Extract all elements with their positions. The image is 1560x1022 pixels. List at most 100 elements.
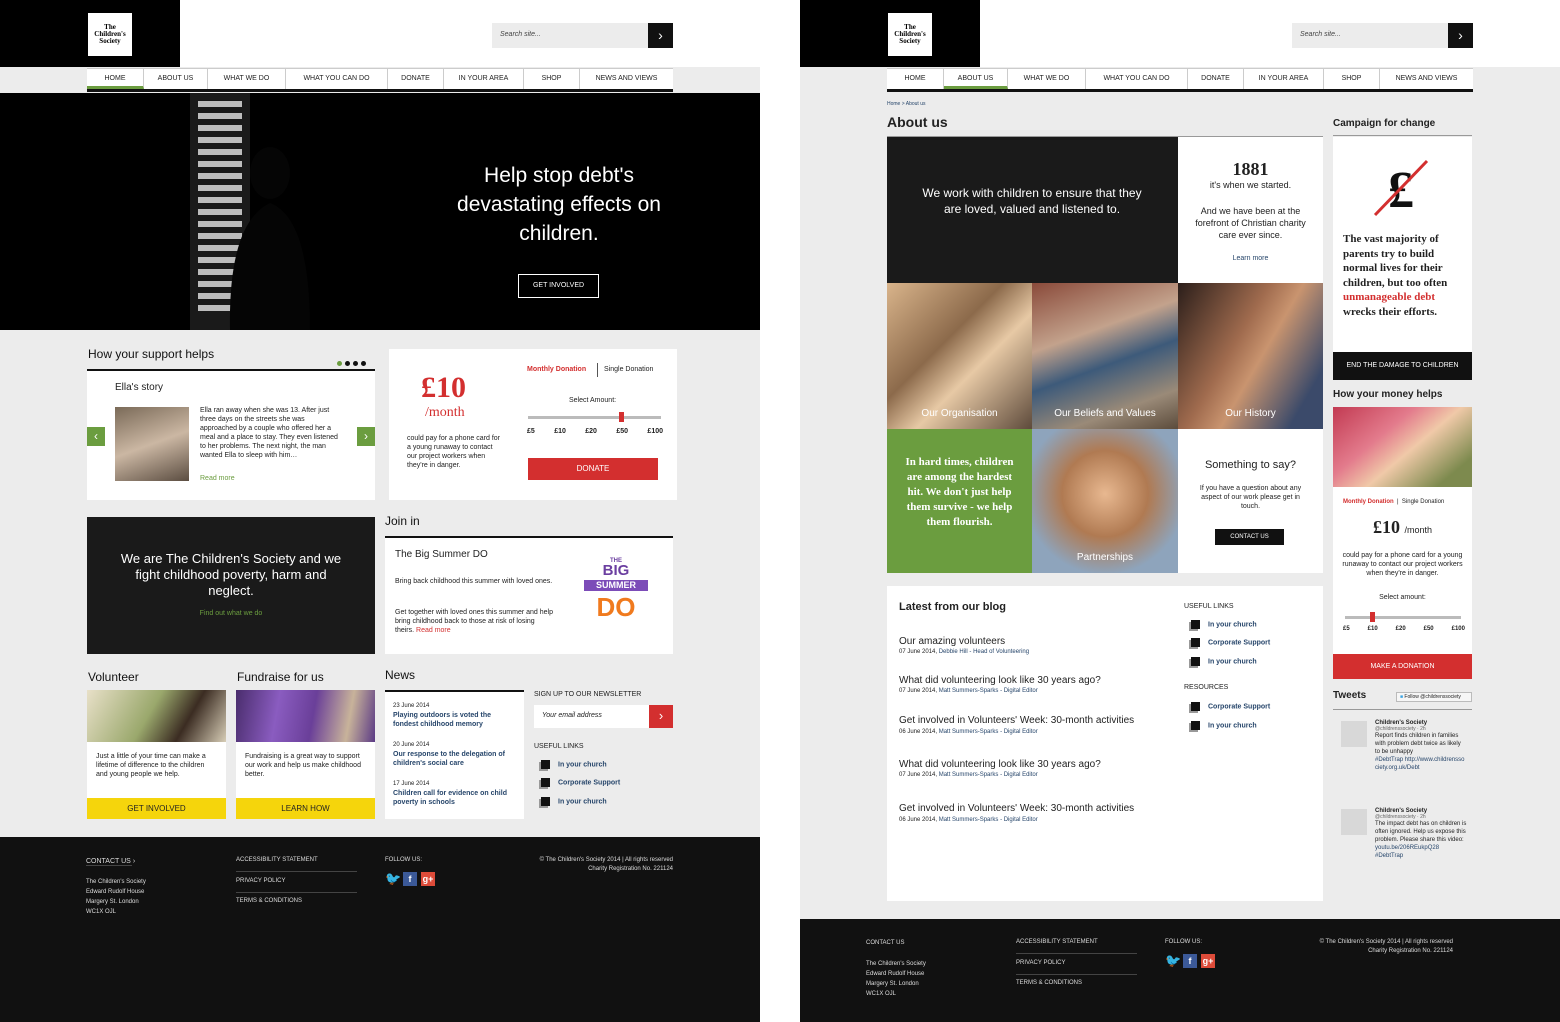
nav-what-we-do[interactable]: WHAT WE DO (1008, 69, 1086, 89)
useful-link[interactable]: In your church (541, 797, 607, 806)
footer-accessibility-link[interactable]: ACCESSIBILITY STATEMENT (1016, 938, 1137, 954)
breadcrumb[interactable]: Home > About us (887, 101, 926, 107)
footer-privacy-link[interactable]: PRIVACY POLICY (236, 877, 357, 893)
nav-about-us[interactable]: ABOUT US (144, 69, 208, 89)
newsletter-email-input[interactable]: Your email address (534, 705, 649, 728)
volunteer-get-involved-button[interactable]: GET INVOLVED (87, 798, 226, 819)
tweets-title: Tweets (1333, 690, 1367, 701)
blog-post[interactable]: Get involved in Volunteers' Week: 30-mon… (899, 802, 1139, 823)
footer-terms-link[interactable]: TERMS & CONDITIONS (236, 897, 302, 906)
news-item[interactable]: 20 June 2014 Our response to the delegat… (393, 741, 518, 768)
blog-card: Latest from our blog Our amazing volunte… (887, 586, 1323, 901)
site-logo[interactable]: The Children's Society (887, 12, 979, 57)
hero-get-involved-button[interactable]: GET INVOLVED (518, 274, 599, 298)
story-read-more-link[interactable]: Read more (200, 474, 235, 483)
nav-news-and-views[interactable]: NEWS AND VIEWS (580, 69, 673, 89)
resource-link[interactable]: Corporate Support (1191, 702, 1270, 711)
twitter-follow-button[interactable]: ■ Follow @childrenssociety (1396, 692, 1472, 702)
nav-home[interactable]: HOME (887, 69, 944, 89)
nav-home[interactable]: HOME (87, 69, 144, 89)
facebook-icon[interactable]: f (1183, 953, 1197, 968)
tweet: Children's Society @childrenssociety · 2… (1375, 808, 1467, 859)
mission-statement-block: We work with children to ensure that the… (887, 137, 1178, 283)
tile-our-organisation[interactable]: Our Organisation (887, 283, 1032, 429)
amount-slider[interactable] (528, 416, 661, 419)
news-item[interactable]: 23 June 2014 Playing outdoors is voted t… (393, 702, 518, 729)
useful-links-title: USEFUL LINKS (534, 743, 584, 750)
copyright: © The Children's Society 2014 | All righ… (539, 857, 673, 872)
blog-post[interactable]: Our amazing volunteers 07 June 2014, Deb… (899, 636, 1139, 655)
blog-post[interactable]: What did volunteering look like 30 years… (899, 675, 1139, 694)
nav-in-your-area[interactable]: IN YOUR AREA (444, 69, 524, 89)
newsletter-submit-button[interactable]: › (649, 705, 673, 728)
nav-what-we-do[interactable]: WHAT WE DO (208, 69, 286, 89)
make-a-donation-button[interactable]: MAKE A DONATION (1333, 654, 1472, 679)
useful-link[interactable]: In your church (1191, 657, 1257, 666)
support-section-title: How your support helps (88, 347, 215, 361)
google-plus-icon[interactable]: g+ (1201, 953, 1215, 968)
donate-button[interactable]: DONATE (528, 458, 658, 480)
tile-our-history[interactable]: Our History (1178, 283, 1323, 429)
search-input[interactable]: Search site... (1292, 23, 1448, 48)
amount-slider-handle[interactable] (1370, 612, 1375, 622)
resource-link[interactable]: In your church (1191, 721, 1257, 730)
end-the-damage-button[interactable]: END THE DAMAGE TO CHILDREN (1333, 352, 1472, 380)
google-plus-icon[interactable]: g+ (421, 871, 435, 886)
money-description: could pay for a phone card for a young r… (1342, 552, 1463, 577)
footer-contact-link[interactable]: CONTACT US (866, 939, 904, 948)
search-input[interactable]: Search site... (492, 23, 648, 48)
nav-what-you-can-do[interactable]: WHAT YOU CAN DO (1086, 69, 1188, 89)
square-bullet-icon (1191, 620, 1200, 629)
carousel-prev-button[interactable]: ‹ (87, 427, 105, 446)
nav-shop[interactable]: SHOP (524, 69, 580, 89)
about-page-mockup: The Children's Society Search site... › … (800, 0, 1560, 1022)
svg-text:£: £ (1388, 162, 1414, 219)
search-submit-button[interactable]: › (1448, 23, 1473, 48)
useful-link[interactable]: Corporate Support (541, 778, 620, 787)
useful-link[interactable]: In your church (1191, 620, 1257, 629)
twitter-icon[interactable]: 🐦 (1165, 953, 1181, 968)
footer-accessibility-link[interactable]: ACCESSIBILITY STATEMENT (236, 856, 357, 872)
site-footer: CONTACT US The Children's Society Edward … (800, 919, 1560, 1022)
learn-how-button[interactable]: LEARN HOW (236, 798, 375, 819)
tab-single-donation[interactable]: Single Donation (604, 365, 653, 374)
carousel-next-button[interactable]: › (357, 427, 375, 446)
news-item[interactable]: 17 June 2014 Children call for evidence … (393, 780, 518, 807)
tab-monthly-donation[interactable]: Monthly Donation (1343, 499, 1394, 505)
tile-partnerships[interactable]: Partnerships (1032, 429, 1178, 573)
nav-in-your-area[interactable]: IN YOUR AREA (1244, 69, 1324, 89)
search-submit-button[interactable]: › (648, 23, 673, 48)
useful-link[interactable]: Corporate Support (1191, 638, 1270, 647)
blog-post[interactable]: What did volunteering look like 30 years… (899, 759, 1139, 778)
nav-donate[interactable]: DONATE (1188, 69, 1244, 89)
tab-single-donation[interactable]: Single Donation (1402, 499, 1444, 505)
footer-terms-link[interactable]: TERMS & CONDITIONS (1016, 979, 1082, 988)
tile-our-beliefs-and-values[interactable]: Our Beliefs and Values (1032, 283, 1178, 429)
amount-slider[interactable] (1345, 616, 1461, 619)
nav-about-us[interactable]: ABOUT US (944, 69, 1008, 89)
nav-what-you-can-do[interactable]: WHAT YOU CAN DO (286, 69, 388, 89)
tab-monthly-donation[interactable]: Monthly Donation (527, 365, 586, 374)
volunteer-text: Just a little of your time can make a li… (96, 753, 206, 778)
contact-us-button[interactable]: CONTACT US (1215, 529, 1284, 545)
event-read-more-link[interactable]: Read more (416, 627, 451, 634)
event-intro: Bring back childhood this summer with lo… (395, 578, 553, 585)
donation-period: /month (425, 405, 465, 420)
learn-more-link[interactable]: Learn more (1178, 254, 1323, 263)
nav-donate[interactable]: DONATE (388, 69, 444, 89)
select-amount-label: Select Amount: (569, 397, 617, 404)
tweet: Children's Society @childrenssociety · 2… (1375, 720, 1465, 771)
footer-privacy-link[interactable]: PRIVACY POLICY (1016, 959, 1137, 975)
twitter-icon[interactable]: 🐦 (385, 871, 401, 886)
event-description: Get together with loved ones this summer… (395, 609, 553, 634)
nav-news-and-views[interactable]: NEWS AND VIEWS (1380, 69, 1473, 89)
amount-slider-handle[interactable] (619, 412, 624, 422)
blog-post[interactable]: Get involved in Volunteers' Week: 30-mon… (899, 714, 1139, 735)
find-out-what-we-do-link[interactable]: Find out what we do (87, 609, 375, 618)
site-logo[interactable]: The Children's Society (87, 12, 179, 57)
nav-shop[interactable]: SHOP (1324, 69, 1380, 89)
facebook-icon[interactable]: f (403, 871, 417, 886)
hero-banner: Help stop debt's devastating effects on … (0, 93, 760, 330)
fundraise-text: Fundraising is a great way to support ou… (245, 753, 361, 778)
useful-link[interactable]: In your church (541, 760, 607, 769)
